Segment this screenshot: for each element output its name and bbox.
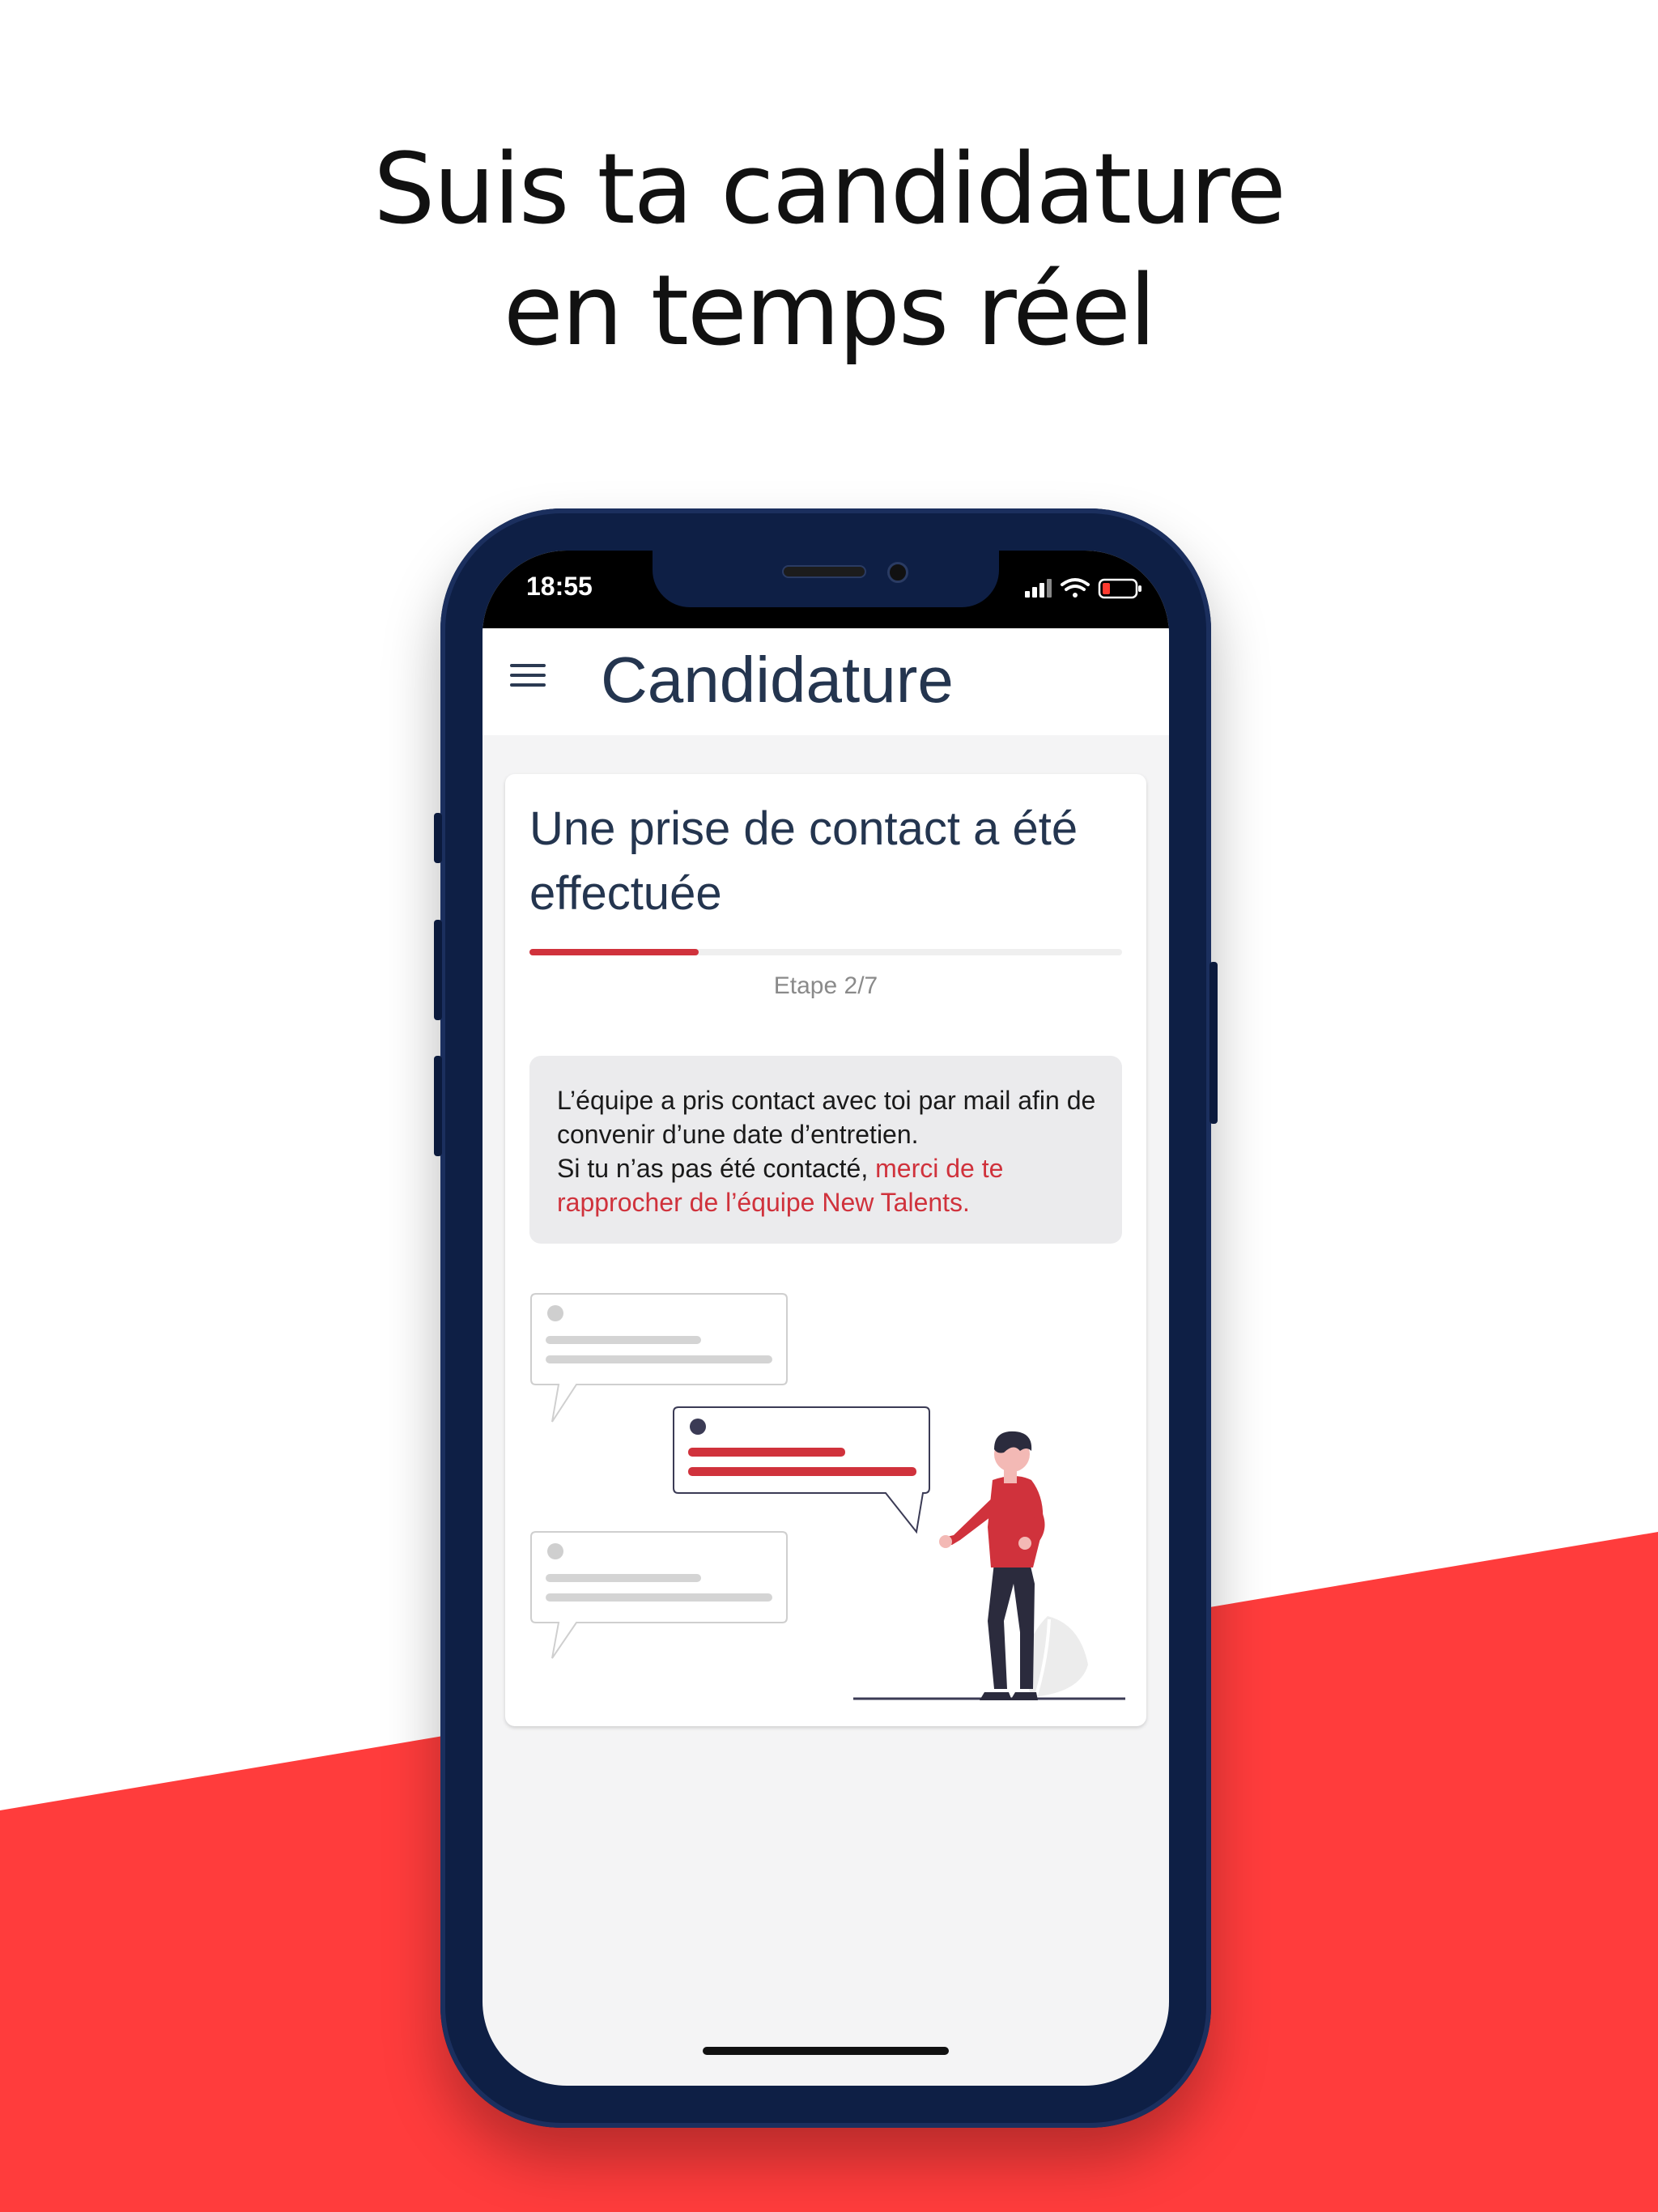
info-text: L’équipe a pris contact avec toi par mai… xyxy=(557,1083,1107,1219)
status-card: Une prise de contact a été effectuée Eta… xyxy=(505,774,1146,1726)
chat-bubble-bottom xyxy=(530,1531,788,1659)
earpiece-speaker xyxy=(782,565,866,578)
volume-up-button xyxy=(434,920,442,1020)
card-title: Une prise de contact a été effectuée xyxy=(529,802,1078,920)
page-title: Candidature xyxy=(601,644,954,716)
front-camera xyxy=(887,562,908,583)
phone-mockup: 18:55 Candidature Une prise de contact a… xyxy=(434,508,1218,2128)
hamburger-menu-icon[interactable] xyxy=(510,664,546,696)
app-header: Candidature xyxy=(483,628,1169,735)
progress-bar xyxy=(529,949,1122,955)
info-line-2-prefix: Si tu n’as pas été contacté, xyxy=(557,1154,876,1183)
headline-line-2: en temps réel xyxy=(503,255,1156,368)
phone-screen: 18:55 Candidature Une prise de contact a… xyxy=(483,551,1169,2086)
silent-switch xyxy=(434,813,442,863)
battery-low-icon xyxy=(1098,578,1141,599)
info-box: L’équipe a pris contact avec toi par mai… xyxy=(529,1056,1122,1244)
wifi-icon xyxy=(1061,578,1090,598)
home-indicator[interactable] xyxy=(703,2047,949,2055)
step-label: Etape 2/7 xyxy=(773,972,878,999)
info-line-1: L’équipe a pris contact avec toi par mai… xyxy=(557,1086,1096,1149)
status-time: 18:55 xyxy=(526,572,593,601)
plant-leaf xyxy=(1026,1616,1088,1697)
headline-line-1: Suis ta candidature xyxy=(373,134,1286,246)
promo-headline: Suis ta candidature en temps réel xyxy=(0,130,1658,372)
person-with-chat-bubbles-illustration xyxy=(530,1293,1125,1700)
status-bar: 18:55 xyxy=(483,551,1169,628)
person-figure xyxy=(939,1431,1045,1700)
chat-bubble-middle xyxy=(673,1406,930,1534)
volume-down-button xyxy=(434,1056,442,1156)
chat-bubble-top xyxy=(530,1293,788,1423)
signal-icon xyxy=(1025,579,1052,598)
progress-bar-fill xyxy=(529,949,699,955)
status-icons xyxy=(1025,575,1146,605)
power-button xyxy=(1209,962,1218,1124)
notch xyxy=(653,551,999,607)
